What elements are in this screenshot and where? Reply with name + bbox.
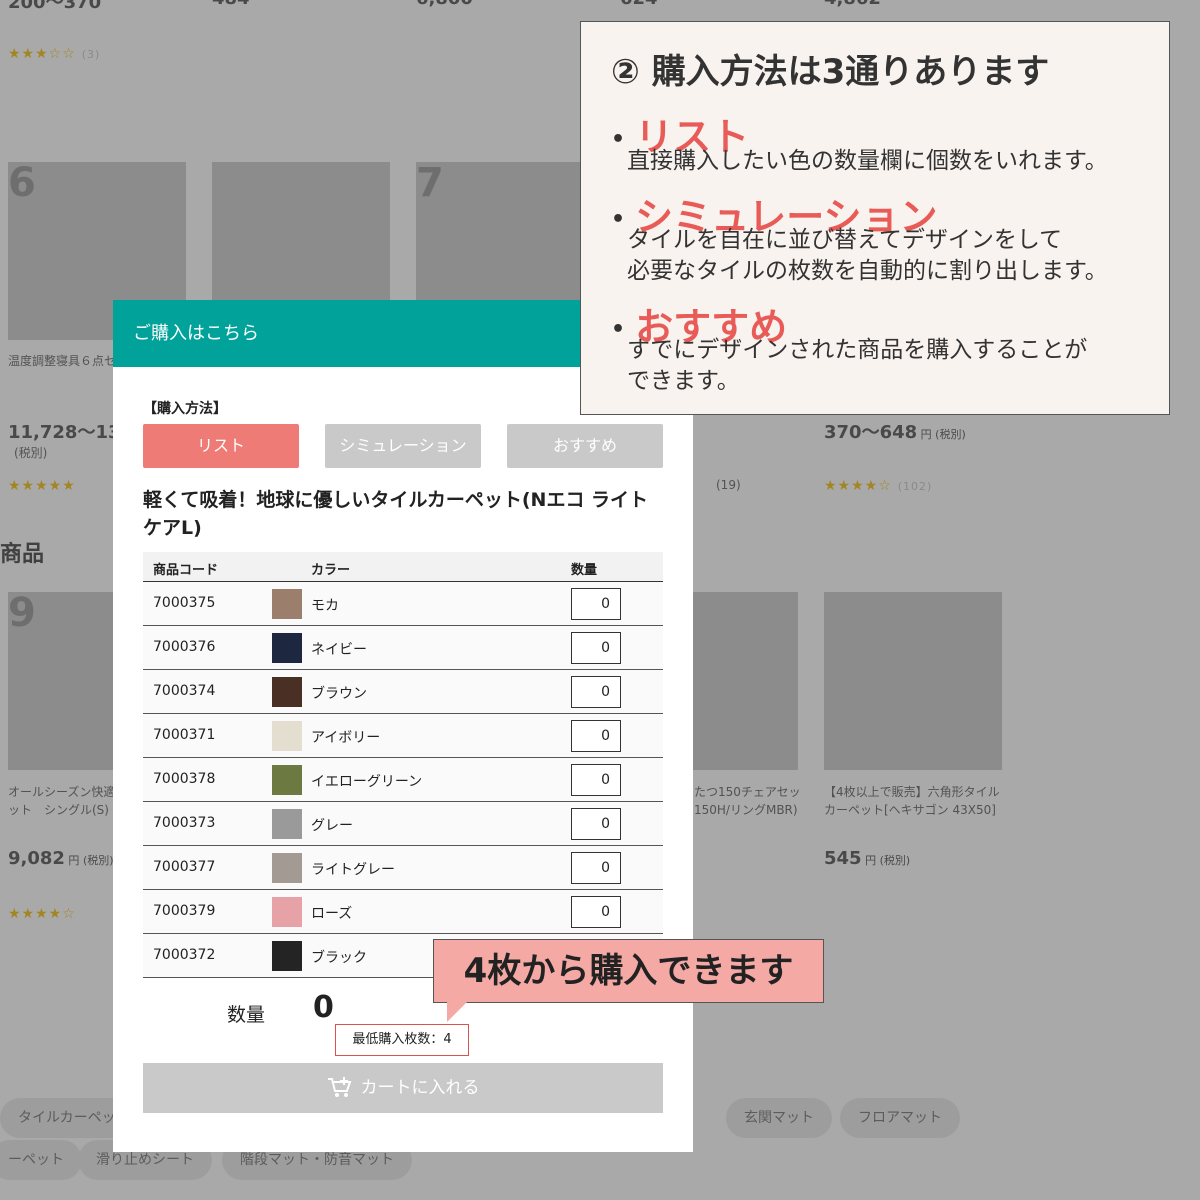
quantity-input[interactable]: 0 [571,852,621,884]
color-name: ブラウン [311,686,367,702]
color-name: ローズ [311,906,353,922]
product-code: 7000378 [153,771,216,787]
quantity-label: 数量 [227,1004,266,1026]
product-code: 7000374 [153,683,216,699]
color-swatch [272,765,302,795]
header-code: 商品コード [153,563,219,578]
tooltip-arrow [447,1002,467,1022]
table-row: 7000378 イエローグリーン 0 [143,758,663,802]
table-row: 7000373 グレー 0 [143,802,663,846]
recommend-tab-button[interactable]: おすすめ [507,424,663,468]
min-purchase-note: 最低購入枚数：4 [335,1024,469,1056]
quantity-input[interactable]: 0 [571,588,621,620]
product-code: 7000375 [153,595,216,611]
purchase-method-label: 【購入方法】 [143,401,227,417]
color-name: アイボリー [311,730,381,746]
quantity-input[interactable]: 0 [571,896,621,928]
color-name: モカ [311,598,339,614]
product-code: 7000373 [153,815,216,831]
table-row: 7000371 アイボリー 0 [143,714,663,758]
color-swatch [272,677,302,707]
color-swatch [272,853,302,883]
product-code: 7000372 [153,947,216,963]
quantity-input[interactable]: 0 [571,808,621,840]
color-swatch [272,589,302,619]
simulation-tab-button[interactable]: シミュレーション [325,424,481,468]
table-row: 7000377 ライトグレー 0 [143,846,663,890]
product-code: 7000379 [153,903,216,919]
color-name: ネイビー [311,642,367,658]
bullet-recommend-desc: すでにデザインされた商品を購入することが できます。 [627,337,1088,394]
color-name: ライトグレー [311,862,395,878]
add-to-cart-label: カートに入れる [360,1078,480,1098]
bullet-simulation-desc: タイルを自在に並び替えてデザインをして 必要なタイルの枚数を自動的に割り出します。 [627,227,1108,284]
color-quantity-table: 商品コード カラー 数量 7000375 モカ 0 7000376 ネイビー 0 70003… [143,552,663,978]
color-swatch [272,721,302,751]
quantity-input[interactable]: 0 [571,764,621,796]
quantity-input[interactable]: 0 [571,676,621,708]
instruction-callout: ② 購入方法は3通りあります • リスト 直接購入したい色の数量欄に個数をいれます… [580,21,1170,415]
list-tab-button[interactable]: リスト [143,424,299,468]
table-header: 商品コード カラー 数量 [143,552,663,582]
min-quantity-tooltip: 4枚から購入できます [433,939,824,1003]
add-to-cart-button[interactable]: カートに入れる [143,1063,663,1113]
quantity-input[interactable]: 0 [571,632,621,664]
color-swatch [272,897,302,927]
quantity-total: 0 [313,990,334,1025]
product-title: 軽くて吸着！地球に優しいタイルカーペット(Nエコ ライトケアL) [143,489,649,539]
table-row: 7000374 ブラウン 0 [143,670,663,714]
header-qty: 数量 [571,563,598,578]
header-color: カラー [311,563,351,578]
color-swatch [272,809,302,839]
product-code: 7000377 [153,859,216,875]
table-row: 7000376 ネイビー 0 [143,626,663,670]
product-code: 7000376 [153,639,216,655]
color-name: ブラック [311,950,367,966]
callout-title: ② 購入方法は3通りあります [611,52,1050,92]
color-name: イエローグリーン [311,774,423,790]
table-row: 7000379 ローズ 0 [143,890,663,934]
color-swatch [272,633,302,663]
quantity-input[interactable]: 0 [571,720,621,752]
product-code: 7000371 [153,727,216,743]
color-swatch [272,941,302,971]
table-row: 7000375 モカ 0 [143,582,663,626]
cart-icon [327,1077,351,1097]
color-name: グレー [311,818,353,834]
purchase-modal: ご購入はこちら 【購入方法】 リスト シミュレーション おすすめ 軽くて吸着！地… [113,300,693,1152]
bullet-list-desc: 直接購入したい色の数量欄に個数をいれます。 [627,148,1108,174]
